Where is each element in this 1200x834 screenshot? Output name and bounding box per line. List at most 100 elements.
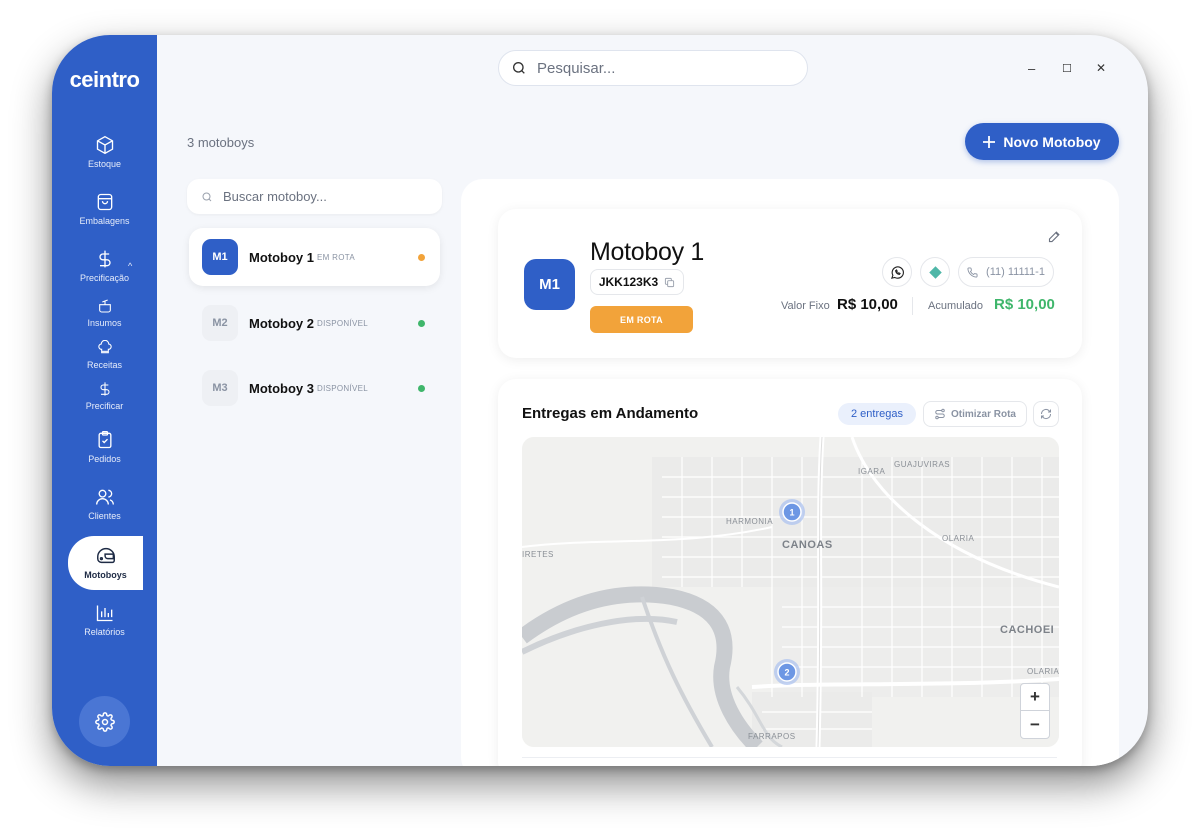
fixed-value: R$ 10,00 xyxy=(837,296,898,313)
marker-label: 1 xyxy=(789,508,794,518)
pix-icon xyxy=(928,265,942,279)
sidebar-item-label: Motoboys xyxy=(84,570,127,580)
sidebar-item-insumos[interactable]: Insumos xyxy=(52,298,157,328)
map-label: GUAJUVIRAS xyxy=(894,460,950,469)
list-item[interactable]: M2 Motoboy 2 DISPONÍVEL xyxy=(189,294,440,352)
refresh-button[interactable] xyxy=(1033,401,1059,427)
motoboy-count: 3 motoboys xyxy=(187,135,255,150)
list-item[interactable]: M3 Motoboy 3 DISPONÍVEL xyxy=(189,359,440,417)
motoboy-name: Motoboy 3 xyxy=(249,380,314,396)
sidebar-item-label: Precificação xyxy=(79,273,130,283)
gear-icon xyxy=(94,711,115,732)
sidebar-item-receitas[interactable]: Receitas xyxy=(52,340,157,370)
motoboy-search[interactable] xyxy=(187,179,442,214)
motoboy-name: Motoboy 1 xyxy=(249,249,314,265)
avatar: M2 xyxy=(202,305,238,341)
map-label: CANOAS xyxy=(782,539,833,551)
app-window: ceintro Estoque Embalagens Precificação … xyxy=(52,35,1148,766)
chevron-up-icon[interactable]: ^ xyxy=(128,261,132,271)
sidebar-item-embalagens[interactable]: Embalagens xyxy=(52,192,157,226)
motoboy-name: Motoboy 2 xyxy=(249,315,314,331)
search-input[interactable] xyxy=(537,59,777,77)
sidebar-item-label: Receitas xyxy=(86,360,122,370)
copy-icon[interactable] xyxy=(664,277,675,288)
optimize-route-label: Otimizar Rota xyxy=(950,408,1016,420)
map-label: IRETES xyxy=(522,550,554,559)
map-label: OLARIA xyxy=(942,534,975,543)
phone-icon xyxy=(967,266,978,278)
clipboard-check-icon xyxy=(98,431,111,449)
box-icon xyxy=(96,135,113,155)
page-title: Motoboy 1 xyxy=(590,238,705,266)
sidebar-item-label: Precificar xyxy=(85,401,124,411)
sidebar-item-motoboys[interactable]: Motoboys xyxy=(68,536,143,590)
plate-text: JKK123K3 xyxy=(598,275,659,289)
chef-hat-icon xyxy=(97,340,112,354)
map-marker[interactable]: 2 xyxy=(774,659,800,685)
close-button[interactable]: ✕ xyxy=(1096,61,1106,75)
status-label: EM ROTA xyxy=(317,252,355,262)
sidebar-item-estoque[interactable]: Estoque xyxy=(52,135,157,169)
avatar: M3 xyxy=(202,370,238,406)
phone-button[interactable]: (11) 11111-1 xyxy=(958,257,1054,287)
motoboy-search-input[interactable] xyxy=(223,189,423,204)
accumulated-label: Acumulado xyxy=(928,300,984,312)
plus-icon xyxy=(983,135,996,148)
avatar: M1 xyxy=(202,239,238,275)
whatsapp-button[interactable] xyxy=(882,257,912,287)
map-label: FARRAPOS xyxy=(748,732,796,741)
route-icon xyxy=(935,408,945,420)
sidebar-item-relatorios[interactable]: Relatórios xyxy=(52,603,157,637)
global-search[interactable] xyxy=(498,50,808,86)
minimize-button[interactable]: – xyxy=(1028,61,1035,76)
new-motoboy-button[interactable]: Novo Motoboy xyxy=(965,123,1119,160)
dollar-icon xyxy=(99,382,110,396)
sidebar-item-label: Embalagens xyxy=(79,216,130,226)
dollar-icon xyxy=(98,250,111,268)
search-icon xyxy=(513,61,525,74)
status-dot xyxy=(418,320,425,327)
sidebar: ceintro Estoque Embalagens Precificação … xyxy=(52,35,157,766)
marker-label: 2 xyxy=(784,668,789,678)
maximize-button[interactable]: ☐ xyxy=(1062,62,1072,75)
divider xyxy=(912,297,913,315)
search-icon xyxy=(202,192,212,201)
status-label: DISPONÍVEL xyxy=(317,318,369,328)
deliveries-count-badge: 2 entregas xyxy=(838,403,916,425)
section-title: Entregas em Andamento xyxy=(522,405,699,422)
new-motoboy-label: Novo Motoboy xyxy=(1003,133,1101,150)
motoboy-profile-card: M1 Motoboy 1 JKK123K3 EM ROTA (11) 11111… xyxy=(498,209,1082,358)
next-card-edge xyxy=(522,757,1057,766)
sidebar-item-label: Pedidos xyxy=(88,454,121,464)
bar-chart-icon xyxy=(96,605,112,622)
map-label: IGARA xyxy=(858,467,886,476)
sidebar-item-precificacao[interactable]: Precificação xyxy=(52,249,157,283)
map-label: OLARIA xyxy=(1027,667,1059,676)
sidebar-item-precificar[interactable]: Precificar xyxy=(52,381,157,411)
sidebar-item-pedidos[interactable]: Pedidos xyxy=(52,430,157,464)
edit-icon[interactable] xyxy=(1047,229,1062,244)
sidebar-item-clientes[interactable]: Clientes xyxy=(52,487,157,521)
avatar: M1 xyxy=(524,259,575,310)
pix-button[interactable] xyxy=(920,257,950,287)
map-label: HARMONIA xyxy=(726,517,773,526)
users-icon xyxy=(95,489,114,505)
optimize-route-button[interactable]: Otimizar Rota xyxy=(923,401,1027,427)
zoom-control: + − xyxy=(1020,683,1050,739)
status-label: DISPONÍVEL xyxy=(317,383,369,393)
sidebar-item-label: Clientes xyxy=(88,511,121,521)
zoom-in-button[interactable]: + xyxy=(1021,684,1049,711)
helmet-icon xyxy=(96,547,115,564)
delivery-map[interactable]: IGARA GUAJUVIRAS HARMONIA CANOAS OLARIA … xyxy=(522,437,1059,747)
logo: ceintro xyxy=(69,67,140,92)
zoom-out-button[interactable]: − xyxy=(1021,711,1049,738)
accumulated-value: R$ 10,00 xyxy=(994,296,1055,313)
deliveries-card: Entregas em Andamento 2 entregas Otimiza… xyxy=(498,379,1082,766)
map-marker[interactable]: 1 xyxy=(779,499,805,525)
status-badge: EM ROTA xyxy=(590,306,693,333)
settings-button[interactable] xyxy=(79,696,130,747)
sidebar-item-label: Estoque xyxy=(87,159,122,169)
list-item[interactable]: M1 Motoboy 1 EM ROTA xyxy=(189,228,440,286)
plate-badge[interactable]: JKK123K3 xyxy=(590,269,684,295)
bag-icon xyxy=(97,193,112,211)
